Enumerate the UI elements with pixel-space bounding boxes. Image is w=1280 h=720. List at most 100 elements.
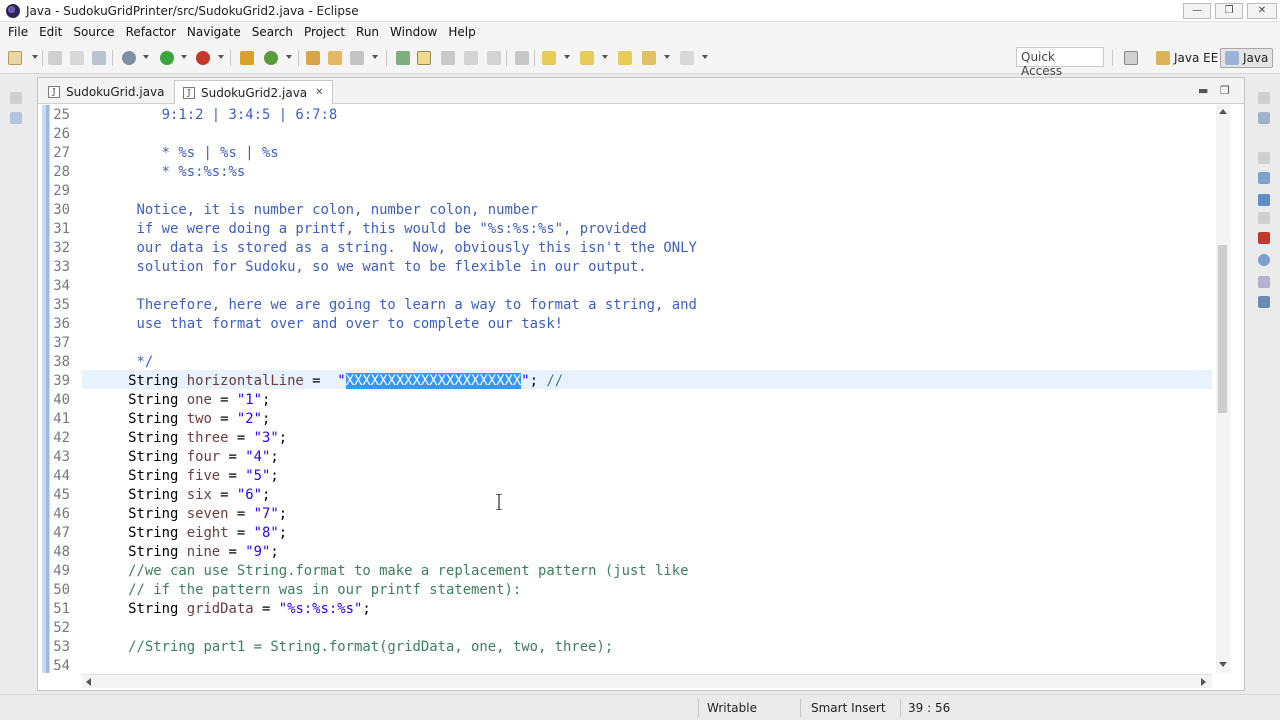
- code-line[interactable]: 35 Therefore, here we are going to learn…: [50, 296, 697, 315]
- code-line[interactable]: 52: [50, 619, 70, 638]
- code-line[interactable]: 30 Notice, it is number colon, number co…: [50, 201, 538, 220]
- external-tools-icon[interactable]: [196, 51, 210, 65]
- search-icon[interactable]: [350, 51, 364, 65]
- next-annotation-down-icon[interactable]: [542, 51, 556, 65]
- scroll-right-icon[interactable]: [1200, 677, 1208, 687]
- code-line[interactable]: 53 //String part1 = String.format(gridDa…: [50, 638, 613, 657]
- last-edit-location-icon[interactable]: [618, 51, 632, 65]
- back-dropdown-icon[interactable]: [664, 55, 670, 59]
- close-tab-icon[interactable]: ✕: [315, 87, 323, 98]
- declaration-icon[interactable]: [1258, 276, 1270, 288]
- previous-annotation-dropdown-icon[interactable]: [602, 55, 608, 59]
- save-all-icon[interactable]: [70, 51, 84, 65]
- code-line[interactable]: 47 String eight = "8";: [50, 524, 287, 543]
- previous-annotation-icon[interactable]: [580, 51, 594, 65]
- print-icon[interactable]: [92, 51, 106, 65]
- code-line[interactable]: 28 * %s:%s:%s: [50, 163, 245, 182]
- external-tools-dropdown-icon[interactable]: [218, 55, 224, 59]
- new-java-class-icon[interactable]: [264, 51, 278, 65]
- new-java-project-icon[interactable]: [240, 51, 254, 65]
- open-perspective-button[interactable]: [1124, 48, 1142, 68]
- code-line[interactable]: 36 use that format over and over to comp…: [50, 315, 563, 334]
- next-annotation-icon[interactable]: [396, 51, 410, 65]
- problems-icon[interactable]: [1258, 232, 1270, 244]
- tab-sudokugrid-java[interactable]: J SudokuGrid.java: [40, 80, 173, 104]
- new-dropdown-icon[interactable]: [32, 55, 38, 59]
- vertical-scrollbar-thumb[interactable]: [1218, 245, 1227, 413]
- code-line[interactable]: 32 our data is stored as a string. Now, …: [50, 239, 697, 258]
- open-task-icon[interactable]: [328, 51, 342, 65]
- menu-file[interactable]: File: [8, 25, 28, 39]
- code-line[interactable]: 40 String one = "1";: [50, 391, 270, 410]
- code-line[interactable]: 50 // if the pattern was in our printf s…: [50, 581, 521, 600]
- code-line[interactable]: 33 solution for Sudoku, so we want to be…: [50, 258, 646, 277]
- perspective-java-ee[interactable]: Java EE: [1156, 48, 1218, 68]
- restore-icon[interactable]: [1258, 212, 1270, 224]
- code-line[interactable]: 51 String gridData = "%s:%s:%s";: [50, 600, 370, 619]
- search-dropdown-icon[interactable]: [372, 55, 378, 59]
- package-explorer-icon[interactable]: [10, 112, 22, 124]
- new-class-dropdown-icon[interactable]: [286, 55, 292, 59]
- code-line[interactable]: 29: [50, 182, 70, 201]
- hierarchy-icon[interactable]: [1258, 194, 1270, 206]
- outline-icon[interactable]: [1258, 172, 1270, 184]
- tab-sudokugrid2-java[interactable]: J SudokuGrid2.java ✕: [174, 80, 333, 104]
- code-line[interactable]: 25 9:1:2 | 3:4:5 | 6:7:8: [50, 106, 337, 125]
- block-selection-icon[interactable]: [464, 51, 478, 65]
- perspective-java[interactable]: Java: [1220, 48, 1274, 68]
- code-line[interactable]: 34: [50, 277, 70, 296]
- menu-source[interactable]: Source: [73, 25, 114, 39]
- code-line[interactable]: 48 String nine = "9";: [50, 543, 278, 562]
- back-icon[interactable]: [642, 51, 656, 65]
- code-line[interactable]: 27 * %s | %s | %s: [50, 144, 278, 163]
- code-line[interactable]: 46 String seven = "7";: [50, 505, 287, 524]
- close-button[interactable]: ✕: [1247, 3, 1277, 19]
- minimize-editor-icon[interactable]: ▬: [1198, 84, 1208, 97]
- maximize-button[interactable]: ❐: [1215, 3, 1243, 19]
- skip-breakpoints-icon[interactable]: [515, 51, 529, 65]
- save-icon[interactable]: [48, 51, 62, 65]
- code-line[interactable]: 45 String six = "6";: [50, 486, 270, 505]
- code-line[interactable]: 44 String five = "5";: [50, 467, 278, 486]
- code-line[interactable]: 38 */: [50, 353, 153, 372]
- scroll-left-icon[interactable]: [84, 677, 92, 687]
- code-editor[interactable]: 25 9:1:2 | 3:4:5 | 6:7:8 26 27 * %s | %s |…: [38, 105, 1244, 673]
- minimize-button[interactable]: —: [1183, 3, 1211, 19]
- debug-dropdown-icon[interactable]: [143, 55, 149, 59]
- scroll-down-icon[interactable]: [1218, 661, 1228, 669]
- console-icon[interactable]: [1258, 296, 1270, 308]
- forward-icon[interactable]: [680, 51, 694, 65]
- code-line[interactable]: 26: [50, 125, 70, 144]
- scroll-up-icon[interactable]: [1218, 107, 1228, 115]
- menu-edit[interactable]: Edit: [39, 25, 62, 39]
- horizontal-scrollbar[interactable]: [82, 674, 1212, 688]
- restore-icon[interactable]: [10, 92, 22, 104]
- status-insert-mode[interactable]: Smart Insert: [811, 701, 886, 715]
- debug-icon[interactable]: [122, 51, 136, 65]
- new-icon[interactable]: [8, 51, 22, 65]
- forward-dropdown-icon[interactable]: [702, 55, 708, 59]
- code-line[interactable]: 31 if we were doing a printf, this would…: [50, 220, 646, 239]
- toggle-breadcrumb-icon[interactable]: [441, 51, 455, 65]
- toggle-mark-occurrences-icon[interactable]: [417, 51, 431, 65]
- javadoc-icon[interactable]: [1258, 254, 1270, 266]
- maximize-editor-icon[interactable]: ❐: [1220, 84, 1230, 97]
- code-line[interactable]: 54: [50, 657, 70, 673]
- run-dropdown-icon[interactable]: [181, 55, 187, 59]
- menu-navigate[interactable]: Navigate: [187, 25, 241, 39]
- quick-access-input[interactable]: Quick Access: [1016, 47, 1104, 78]
- code-line[interactable]: 39 String horizontalLine = "XXXXXXXXXXXX…: [50, 372, 563, 391]
- code-line[interactable]: 49 //we can use String.format to make a …: [50, 562, 688, 581]
- menu-refactor[interactable]: Refactor: [126, 25, 176, 39]
- menu-window[interactable]: Window: [390, 25, 437, 39]
- next-annotation-dropdown-icon[interactable]: [564, 55, 570, 59]
- menu-search[interactable]: Search: [252, 25, 293, 39]
- restore-icon[interactable]: [1258, 152, 1270, 164]
- code-line[interactable]: 37: [50, 334, 70, 353]
- task-list-icon[interactable]: [1258, 112, 1270, 124]
- menu-help[interactable]: Help: [448, 25, 475, 39]
- restore-icon[interactable]: [1258, 92, 1270, 104]
- code-line[interactable]: 43 String four = "4";: [50, 448, 278, 467]
- run-icon[interactable]: [160, 51, 174, 65]
- show-whitespace-icon[interactable]: [487, 51, 501, 65]
